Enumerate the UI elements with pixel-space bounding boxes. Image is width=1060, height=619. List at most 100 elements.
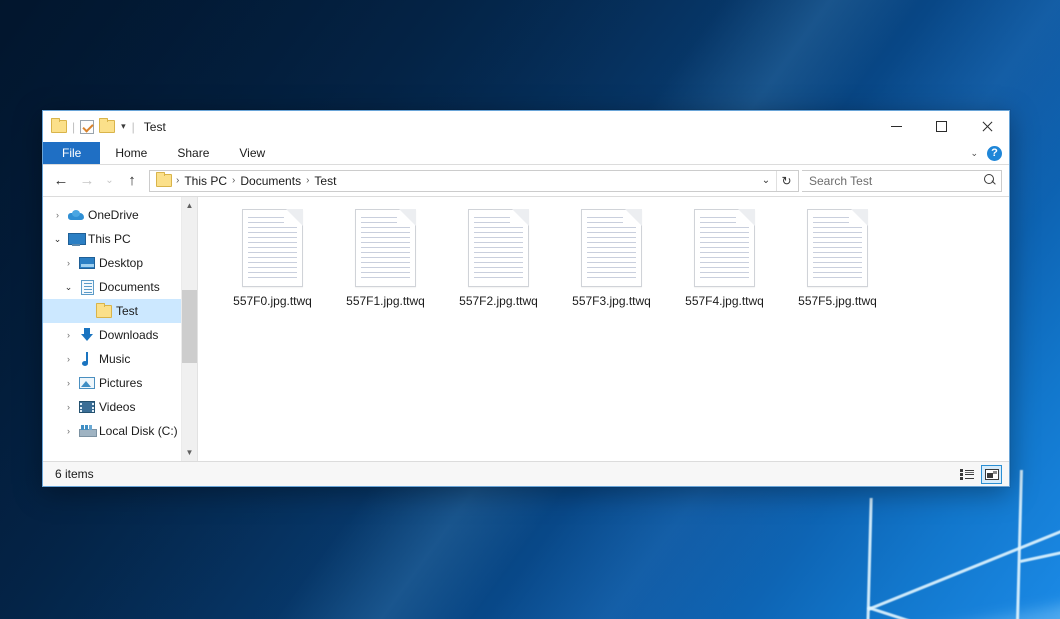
sidebar-item-onedrive[interactable]: › OneDrive xyxy=(43,203,197,227)
tab-file[interactable]: File xyxy=(43,142,100,164)
generic-file-icon xyxy=(581,209,642,287)
chevron-down-icon[interactable]: ⌄ xyxy=(60,282,77,293)
chevron-right-icon[interactable]: › xyxy=(60,378,77,388)
list-item[interactable]: 557F1.jpg.ttwq xyxy=(329,209,442,308)
this-pc-icon xyxy=(66,233,86,246)
file-name: 557F1.jpg.ttwq xyxy=(346,294,425,308)
list-item[interactable]: 557F5.jpg.ttwq xyxy=(781,209,894,308)
list-item[interactable]: 557F2.jpg.ttwq xyxy=(442,209,555,308)
search-icon xyxy=(984,174,997,187)
maximize-button[interactable] xyxy=(919,111,964,142)
downloads-icon xyxy=(77,328,97,343)
list-item[interactable]: 557F4.jpg.ttwq xyxy=(668,209,781,308)
file-name: 557F2.jpg.ttwq xyxy=(459,294,538,308)
address-bar-actions: ⌄ ↻ xyxy=(756,171,796,191)
sidebar-item-label: Pictures xyxy=(97,376,142,390)
toolbar-divider: | xyxy=(132,121,135,133)
search-input[interactable]: Search Test xyxy=(809,174,984,188)
generic-file-icon xyxy=(242,209,303,287)
sidebar-item-pictures[interactable]: › Pictures xyxy=(43,371,197,395)
up-button[interactable]: ↑ xyxy=(119,168,145,194)
generic-file-icon xyxy=(355,209,416,287)
navigation-scrollbar[interactable]: ▲ ▼ xyxy=(181,197,197,461)
tab-home[interactable]: Home xyxy=(100,142,162,164)
address-bar-row: ← → ⌄ ↑ › This PC › Documents › Test ⌄ ↻ xyxy=(43,165,1009,196)
sidebar-item-test[interactable]: Test xyxy=(43,299,197,323)
list-item[interactable]: 557F3.jpg.ttwq xyxy=(555,209,668,308)
properties-checkbox-icon[interactable] xyxy=(80,120,94,134)
chevron-down-icon[interactable]: ⌄ xyxy=(49,234,66,245)
window-body: › OneDrive ⌄ This PC › Desktop xyxy=(43,196,1009,461)
sidebar-item-label: Local Disk (C:) xyxy=(97,424,178,438)
status-bar: 6 items xyxy=(43,461,1009,486)
details-view-icon xyxy=(960,469,974,480)
help-icon[interactable]: ? xyxy=(987,146,1002,161)
maximize-icon xyxy=(936,121,947,132)
minimize-icon xyxy=(891,126,902,127)
tab-share[interactable]: Share xyxy=(162,142,224,164)
breadcrumb-item-test[interactable]: Test xyxy=(310,174,340,188)
chevron-right-icon[interactable]: › xyxy=(60,402,77,412)
sidebar-item-downloads[interactable]: › Downloads xyxy=(43,323,197,347)
sidebar-item-desktop[interactable]: › Desktop xyxy=(43,251,197,275)
scroll-down-icon[interactable]: ▼ xyxy=(182,444,197,461)
back-button[interactable]: ← xyxy=(48,168,74,194)
chevron-right-icon[interactable]: › xyxy=(60,354,77,364)
expand-ribbon-icon[interactable]: ⌄ xyxy=(970,148,978,159)
navigation-pane: › OneDrive ⌄ This PC › Desktop xyxy=(43,197,198,461)
sidebar-item-documents[interactable]: ⌄ Documents xyxy=(43,275,197,299)
tab-view[interactable]: View xyxy=(224,142,280,164)
chevron-right-icon[interactable]: › xyxy=(60,426,77,436)
generic-file-icon xyxy=(694,209,755,287)
large-icons-view-button[interactable] xyxy=(981,465,1002,484)
sidebar-item-videos[interactable]: › Videos xyxy=(43,395,197,419)
sidebar-item-music[interactable]: › Music xyxy=(43,347,197,371)
window-title: Test xyxy=(144,120,166,134)
recent-locations-button[interactable]: ⌄ xyxy=(100,168,119,194)
sidebar-item-label: This PC xyxy=(86,232,131,246)
sidebar-item-label: OneDrive xyxy=(86,208,139,222)
file-name: 557F5.jpg.ttwq xyxy=(798,294,877,308)
details-view-button[interactable] xyxy=(956,465,977,484)
sidebar-item-local-disk-c[interactable]: › Local Disk (C:) xyxy=(43,419,197,443)
navigation-tree: › OneDrive ⌄ This PC › Desktop xyxy=(43,197,197,461)
refresh-icon[interactable]: ↻ xyxy=(776,171,796,191)
chevron-right-icon[interactable]: › xyxy=(60,330,77,340)
disk-icon xyxy=(77,425,97,437)
chevron-right-icon[interactable]: › xyxy=(49,210,66,220)
chevron-right-icon[interactable]: › xyxy=(60,258,77,268)
list-item[interactable]: 557F0.jpg.ttwq xyxy=(216,209,329,308)
file-name: 557F3.jpg.ttwq xyxy=(572,294,651,308)
item-count-label: 6 items xyxy=(55,467,956,481)
large-icons-view-icon xyxy=(985,469,999,480)
chevron-down-icon[interactable]: ▾ xyxy=(120,122,127,131)
address-history-icon[interactable]: ⌄ xyxy=(756,171,776,191)
quick-access-toolbar: | ▾ | xyxy=(51,120,135,134)
ribbon-tabs: File Home Share View ⌄ ? xyxy=(43,142,1009,165)
folder-icon xyxy=(94,305,114,318)
file-explorer-window: | ▾ | Test File Home xyxy=(42,110,1010,487)
folder-icon[interactable] xyxy=(51,120,67,133)
sidebar-item-this-pc[interactable]: ⌄ This PC xyxy=(43,227,197,251)
forward-button[interactable]: → xyxy=(74,168,100,194)
desktop-wallpaper: | ▾ | Test File Home xyxy=(0,0,1060,619)
sidebar-item-label: Desktop xyxy=(97,256,143,270)
close-icon xyxy=(981,121,993,133)
close-button[interactable] xyxy=(964,111,1009,142)
view-toggle-group xyxy=(956,465,1002,484)
breadcrumb-item-documents[interactable]: Documents xyxy=(236,174,305,188)
scrollbar-track[interactable] xyxy=(182,214,197,444)
file-name: 557F0.jpg.ttwq xyxy=(233,294,312,308)
scrollbar-thumb[interactable] xyxy=(182,290,197,364)
search-box[interactable]: Search Test xyxy=(802,170,1002,192)
music-icon xyxy=(77,352,97,367)
breadcrumb-item-this-pc[interactable]: This PC xyxy=(180,174,231,188)
onedrive-icon xyxy=(66,210,86,220)
minimize-button[interactable] xyxy=(874,111,919,142)
new-folder-icon[interactable] xyxy=(99,120,115,133)
address-bar[interactable]: › This PC › Documents › Test ⌄ ↻ xyxy=(149,170,799,192)
title-bar: | ▾ | Test xyxy=(43,111,1009,142)
file-list-view[interactable]: 557F0.jpg.ttwq 557F1.jpg.ttwq 557F2.jpg.… xyxy=(198,197,1009,461)
sidebar-item-label: Music xyxy=(97,352,130,366)
scroll-up-icon[interactable]: ▲ xyxy=(182,197,197,214)
